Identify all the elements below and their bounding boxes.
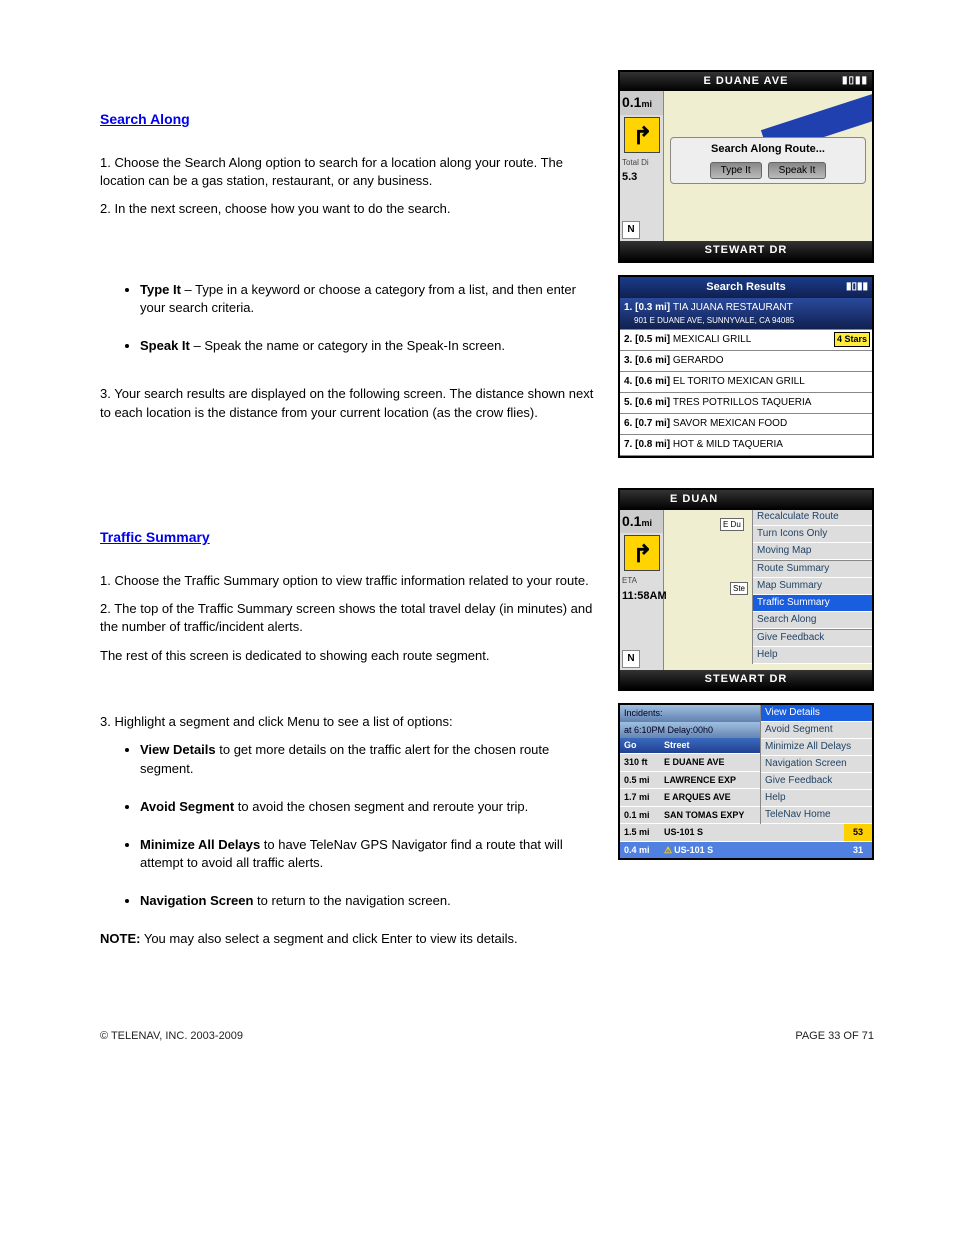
option-item: Avoid Segment to avoid the chosen segmen… (140, 798, 600, 816)
incident-row[interactable]: 1.5 miUS-101 S53 (620, 824, 872, 842)
menu-item[interactable]: Route Summary (753, 560, 872, 578)
results-title: Search Results ▮▯▮▮ (620, 277, 872, 298)
menu-item[interactable]: TeleNav Home (761, 807, 872, 824)
signal-icon: ▮▯▮▮ (846, 280, 868, 294)
menu-item[interactable]: Avoid Segment (761, 722, 872, 739)
th-go: Go (620, 738, 660, 753)
step-num: 2. (100, 601, 111, 616)
note-label: NOTE: (100, 931, 140, 946)
option-item: View Details to get more details on the … (140, 741, 600, 777)
step-num: 3. (100, 386, 111, 401)
step-text: Highlight a segment and click Menu to se… (114, 714, 452, 729)
eta-value: 11:58AM (620, 589, 663, 604)
speak-it-button[interactable]: Speak It (768, 162, 827, 179)
step: 1. Choose the Traffic Summary option to … (100, 572, 600, 590)
menu-item[interactable]: Map Summary (753, 578, 872, 595)
menu-item[interactable]: Search Along (753, 612, 872, 629)
screenshot-search-results: Search Results ▮▯▮▮ 1. [0.3 mi] TIA JUAN… (618, 275, 874, 459)
context-menu: Stop NavigatingRecalculate RouteTurn Ico… (752, 510, 872, 664)
menu-item[interactable]: Navigation Screen (761, 756, 872, 773)
step: 2. In the next screen, choose how you wa… (100, 200, 600, 218)
copyright: © TELENAV, INC. 2003-2009 (100, 1029, 243, 1044)
result-row[interactable]: 4. [0.6 mi] EL TORITO MEXICAN GRILL (620, 372, 872, 393)
result-row[interactable]: 7. [0.8 mi] HOT & MILD TAQUERIA (620, 435, 872, 456)
menu-item[interactable]: Help (761, 790, 872, 807)
rating-badge: 4 Stars (834, 332, 870, 347)
map-label: Ste (730, 582, 748, 595)
paragraph: The rest of this screen is dedicated to … (100, 647, 600, 665)
result-row[interactable]: 2. [0.5 mi] MEXICALI GRILL4 Stars (620, 330, 872, 351)
result-row[interactable]: 6. [0.7 mi] SAVOR MEXICAN FOOD (620, 414, 872, 435)
step-num: 1. (100, 573, 111, 588)
menu-item[interactable]: Moving Map (753, 543, 872, 560)
compass-icon: N (622, 650, 640, 668)
menu-item[interactable]: Turn Icons Only (753, 526, 872, 543)
step-text: Choose the Traffic Summary option to vie… (114, 573, 588, 588)
dialog-title: Search Along Route... (675, 142, 861, 157)
menu-item[interactable]: Recalculate Route (753, 510, 872, 526)
menu-item[interactable]: Give Feedback (761, 773, 872, 790)
screenshot-traffic-incidents: Incidents: at 6:10PM Delay:00h0 Go Stree… (618, 703, 874, 860)
menu-item[interactable]: Traffic Summary (753, 595, 872, 612)
type-it-button[interactable]: Type It (710, 162, 762, 179)
search-along-heading[interactable]: Search Along (100, 110, 190, 130)
options-list: View Details to get more details on the … (140, 741, 600, 910)
step-num: 3. (100, 714, 111, 729)
step-num: 2. (100, 201, 111, 216)
step-text: In the next screen, choose how you want … (114, 201, 450, 216)
search-along-dialog: Search Along Route... Type It Speak It (670, 137, 866, 183)
option-item: Type It – Type in a keyword or choose a … (140, 281, 600, 317)
next-turn-distance: 0.1mi (620, 91, 663, 115)
result-row[interactable]: 3. [0.6 mi] GERARDO (620, 351, 872, 372)
screenshot-search-along-dialog: E DUANE AVE ▮▯▮▮ 0.1mi Total Di 5.3 N Se… (618, 70, 874, 263)
eta-label: ETA (620, 573, 663, 588)
option-item: Minimize All Delays to have TeleNav GPS … (140, 836, 600, 872)
nav-footer: STEWART DR (620, 241, 872, 260)
step: 3. Highlight a segment and click Menu to… (100, 713, 600, 731)
context-menu: View DetailsAvoid SegmentMinimize All De… (760, 705, 872, 824)
option-item: Navigation Screen to return to the navig… (140, 892, 600, 910)
compass-icon: N (622, 221, 640, 239)
turn-icon (624, 117, 660, 153)
step: 1. Choose the Search Along option to sea… (100, 154, 600, 190)
page-footer: © TELENAV, INC. 2003-2009 PAGE 33 OF 71 (100, 1029, 874, 1044)
step-text: Choose the Search Along option to search… (100, 155, 563, 188)
options-list: Type It – Type in a keyword or choose a … (140, 281, 600, 356)
signal-icon: ▮▯▮▮ (842, 74, 868, 88)
note: NOTE: You may also select a segment and … (100, 930, 600, 948)
screenshot-nav-menu: E DUAN 0.1mi ETA 11:58AM N E Du Ste Stop… (618, 488, 874, 691)
step-text: Your search results are displayed on the… (100, 386, 593, 419)
turn-icon (624, 535, 660, 571)
panel-value: 5.3 (620, 170, 663, 185)
panel-label: Total Di (620, 155, 663, 170)
result-row[interactable]: 5. [0.6 mi] TRES POTRILLOS TAQUERIA (620, 393, 872, 414)
step-text: The top of the Traffic Summary screen sh… (100, 601, 592, 634)
nav-footer: STEWART DR (620, 670, 872, 689)
step: 2. The top of the Traffic Summary screen… (100, 600, 600, 636)
map-label: E Du (720, 518, 744, 531)
option-item: Speak It – Speak the name or category in… (140, 337, 600, 355)
menu-item[interactable]: Minimize All Delays (761, 739, 872, 756)
menu-item[interactable]: Help (753, 647, 872, 664)
incident-row[interactable]: 0.4 miUS-101 S31 (620, 841, 872, 858)
next-turn-distance: 0.1mi (620, 510, 663, 534)
result-row[interactable]: 1. [0.3 mi] TIA JUANA RESTAURANT901 E DU… (620, 298, 872, 330)
note-text: You may also select a segment and click … (144, 931, 518, 946)
nav-title: E DUAN (620, 490, 872, 509)
traffic-summary-heading[interactable]: Traffic Summary (100, 528, 210, 548)
menu-item[interactable]: View Details (761, 705, 872, 722)
step: 3. Your search results are displayed on … (100, 385, 600, 421)
nav-title: E DUANE AVE ▮▯▮▮ (620, 72, 872, 91)
step-num: 1. (100, 155, 111, 170)
menu-item[interactable]: Give Feedback (753, 629, 872, 647)
page-number: PAGE 33 OF 71 (795, 1029, 874, 1044)
